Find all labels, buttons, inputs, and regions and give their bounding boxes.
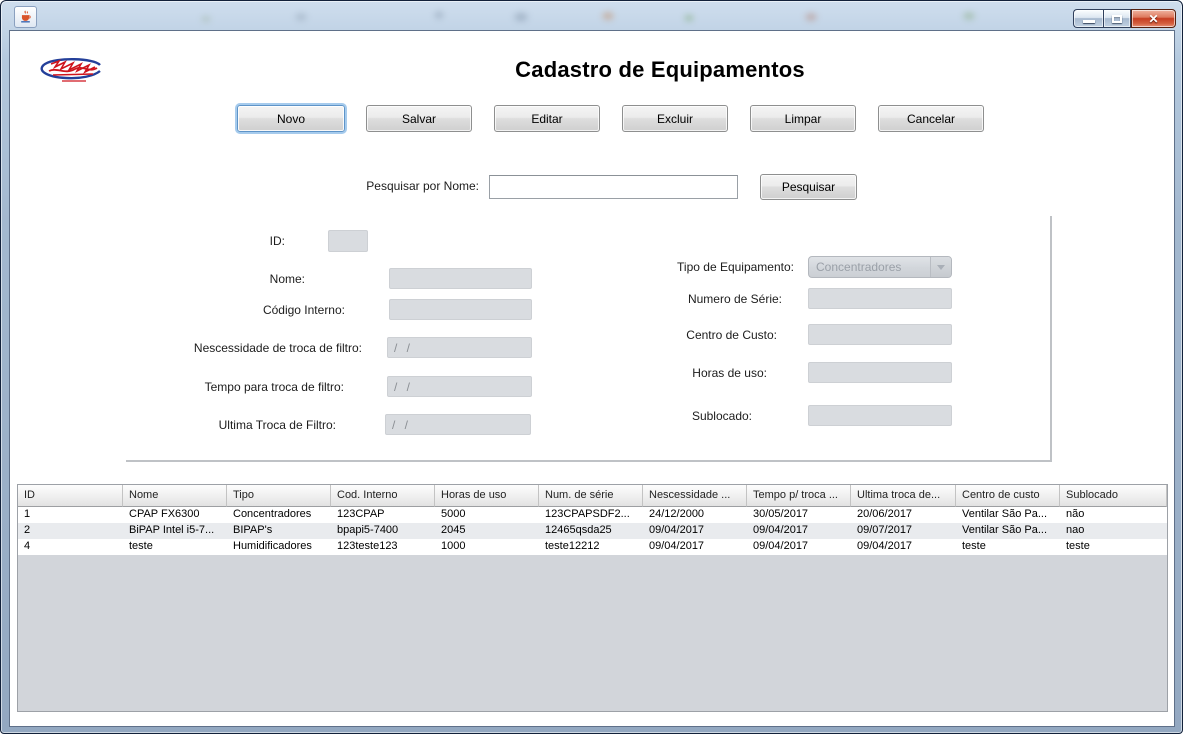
window-content: Cadastro de Equipamentos Novo Salvar Edi… [9,30,1175,727]
table-body: 1CPAP FX6300Concentradores123CPAP5000123… [18,507,1167,711]
column-header[interactable]: Cod. Interno [331,485,435,507]
cancelar-button[interactable]: Cancelar [878,105,984,132]
excluir-button[interactable]: Excluir [622,105,728,132]
table-cell: Humidificadores [227,539,331,555]
window-controls: ✕ [1073,9,1176,28]
search-input[interactable] [489,175,738,199]
table-cell: 1000 [435,539,539,555]
tipo-equipamento-combobox: Concentradores [808,256,952,278]
java-coffee-cup-icon[interactable] [14,6,37,28]
table-cell: 09/04/2017 [851,539,956,555]
column-header[interactable]: ID [18,485,123,507]
column-header[interactable]: Ultima troca de... [851,485,956,507]
search-label: Pesquisar por Nome: [366,179,479,193]
table-cell: bpapi5-7400 [331,523,435,539]
horas-uso-label: Horas de uso: [692,366,767,380]
table-cell: 30/05/2017 [747,507,851,523]
ultima-troca-filtro-field: / / [385,414,531,435]
column-header[interactable]: Num. de série [539,485,643,507]
table-cell: nao [1060,523,1167,539]
necessidade-troca-filtro-label: Nescessidade de troca de filtro: [194,341,362,355]
table-row[interactable]: 2BiPAP Intel i5-7...BIPAP'sbpapi5-740020… [18,523,1167,539]
close-button[interactable]: ✕ [1131,9,1176,28]
centro-custo-label: Centro de Custo: [686,328,777,342]
horas-uso-field [808,362,952,383]
table-cell: 20/06/2017 [851,507,956,523]
table-cell: 09/04/2017 [643,523,747,539]
table-cell: não [1060,507,1167,523]
column-header[interactable]: Horas de uso [435,485,539,507]
tempo-troca-filtro-label: Tempo para troca de filtro: [205,380,344,394]
codigo-interno-field [389,299,532,320]
table-cell: Ventilar São Pa... [956,523,1060,539]
table-cell: 123teste123 [331,539,435,555]
column-header[interactable]: Centro de custo [956,485,1060,507]
combobox-selected-value: Concentradores [809,260,930,274]
table-row[interactable]: 1CPAP FX6300Concentradores123CPAP5000123… [18,507,1167,523]
table-header-row: IDNomeTipoCod. InternoHoras de usoNum. d… [18,485,1167,507]
table-cell: 09/07/2017 [851,523,956,539]
titlebar-glass-blur [1,1,1182,31]
table-cell: teste12212 [539,539,643,555]
column-header[interactable]: Nome [123,485,227,507]
column-header[interactable]: Nescessidade ... [643,485,747,507]
salvar-button[interactable]: Salvar [366,105,472,132]
page-title: Cadastro de Equipamentos [340,57,980,83]
table-cell: 1 [18,507,123,523]
numero-serie-field [808,288,952,309]
column-header[interactable]: Tempo p/ troca ... [747,485,851,507]
table-cell: 2045 [435,523,539,539]
table-cell: teste [956,539,1060,555]
company-logo [34,51,110,93]
table-cell: 123CPAPSDF2... [539,507,643,523]
table-cell: teste [123,539,227,555]
table-cell: teste [1060,539,1167,555]
minimize-button[interactable] [1073,9,1103,28]
id-label: ID: [270,234,285,248]
novo-button[interactable]: Novo [237,105,345,132]
editar-button[interactable]: Editar [494,105,600,132]
table-cell: 09/04/2017 [747,539,851,555]
table-cell: CPAP FX6300 [123,507,227,523]
table-cell: 09/04/2017 [643,539,747,555]
application-window: ✕ Cadastro de Equipamentos Novo Salvar E… [0,0,1183,734]
equipment-table: IDNomeTipoCod. InternoHoras de usoNum. d… [17,484,1168,712]
nome-field [389,268,532,289]
sublocado-label: Sublocado: [692,409,752,423]
codigo-interno-label: Código Interno: [263,303,345,317]
ultima-troca-filtro-label: Ultima Troca de Filtro: [219,418,336,432]
table-cell: Ventilar São Pa... [956,507,1060,523]
maximize-icon [1112,15,1122,23]
table-cell: BIPAP's [227,523,331,539]
table-cell: BiPAP Intel i5-7... [123,523,227,539]
close-icon: ✕ [1148,13,1158,25]
table-cell: Concentradores [227,507,331,523]
necessidade-troca-filtro-field: / / [387,337,532,358]
table-cell: 5000 [435,507,539,523]
centro-custo-field [808,324,952,345]
numero-serie-label: Numero de Série: [688,292,782,306]
table-cell: 4 [18,539,123,555]
chevron-down-icon [930,257,951,277]
table-cell: 123CPAP [331,507,435,523]
table-row[interactable]: 4testeHumidificadores123teste1231000test… [18,539,1167,555]
maximize-button[interactable] [1103,9,1131,28]
id-field [328,230,368,252]
tempo-troca-filtro-field: / / [387,376,532,397]
sublocado-field [808,405,952,426]
coffee-cup-glyph [18,10,33,25]
tipo-equipamento-label: Tipo de Equipamento: [677,260,794,274]
column-header[interactable]: Sublocado [1060,485,1167,507]
limpar-button[interactable]: Limpar [750,105,856,132]
table-cell: 2 [18,523,123,539]
minimize-icon [1083,20,1095,23]
pesquisar-button[interactable]: Pesquisar [760,174,857,200]
column-header[interactable]: Tipo [227,485,331,507]
table-cell: 09/04/2017 [747,523,851,539]
nome-label: Nome: [270,272,305,286]
titlebar[interactable]: ✕ [1,1,1182,31]
table-cell: 12465qsda25 [539,523,643,539]
table-cell: 24/12/2000 [643,507,747,523]
